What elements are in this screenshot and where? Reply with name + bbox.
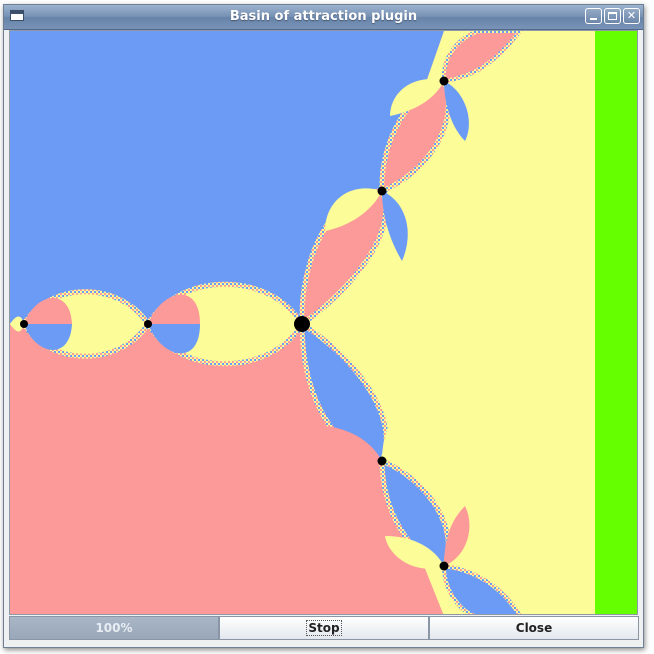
progress-bar: 100% xyxy=(9,616,219,640)
maximize-button[interactable] xyxy=(604,8,621,24)
close-button[interactable]: Close xyxy=(429,616,639,640)
fixed-point-center xyxy=(294,316,310,332)
window-title: Basin of attraction plugin xyxy=(229,9,418,24)
status-bar: 100% Stop Close xyxy=(9,616,639,640)
minimize-icon xyxy=(590,18,597,20)
green-strip xyxy=(595,31,637,614)
progress-label: 100% xyxy=(95,621,133,635)
fixed-point-up-1 xyxy=(377,186,387,196)
title-bar[interactable]: Basin of attraction plugin ✕ xyxy=(4,5,643,30)
basin-image xyxy=(10,31,637,614)
fixed-point-left-2 xyxy=(144,320,152,328)
close-icon: ✕ xyxy=(626,9,637,22)
maximize-icon xyxy=(608,12,617,20)
fixed-point-down-2 xyxy=(439,561,449,571)
close-button-label: Close xyxy=(515,621,553,635)
basin-canvas[interactable] xyxy=(9,30,638,615)
fixed-point-up-2 xyxy=(439,76,449,86)
close-window-button[interactable]: ✕ xyxy=(623,8,640,24)
fixed-point-left-1 xyxy=(20,320,28,328)
plugin-window: Basin of attraction plugin ✕ 100% Stop C… xyxy=(3,4,644,648)
fixed-point-down-1 xyxy=(377,456,387,466)
stop-button-label: Stop xyxy=(306,620,342,636)
minimize-button[interactable] xyxy=(585,8,602,24)
stop-button[interactable]: Stop xyxy=(219,616,429,640)
